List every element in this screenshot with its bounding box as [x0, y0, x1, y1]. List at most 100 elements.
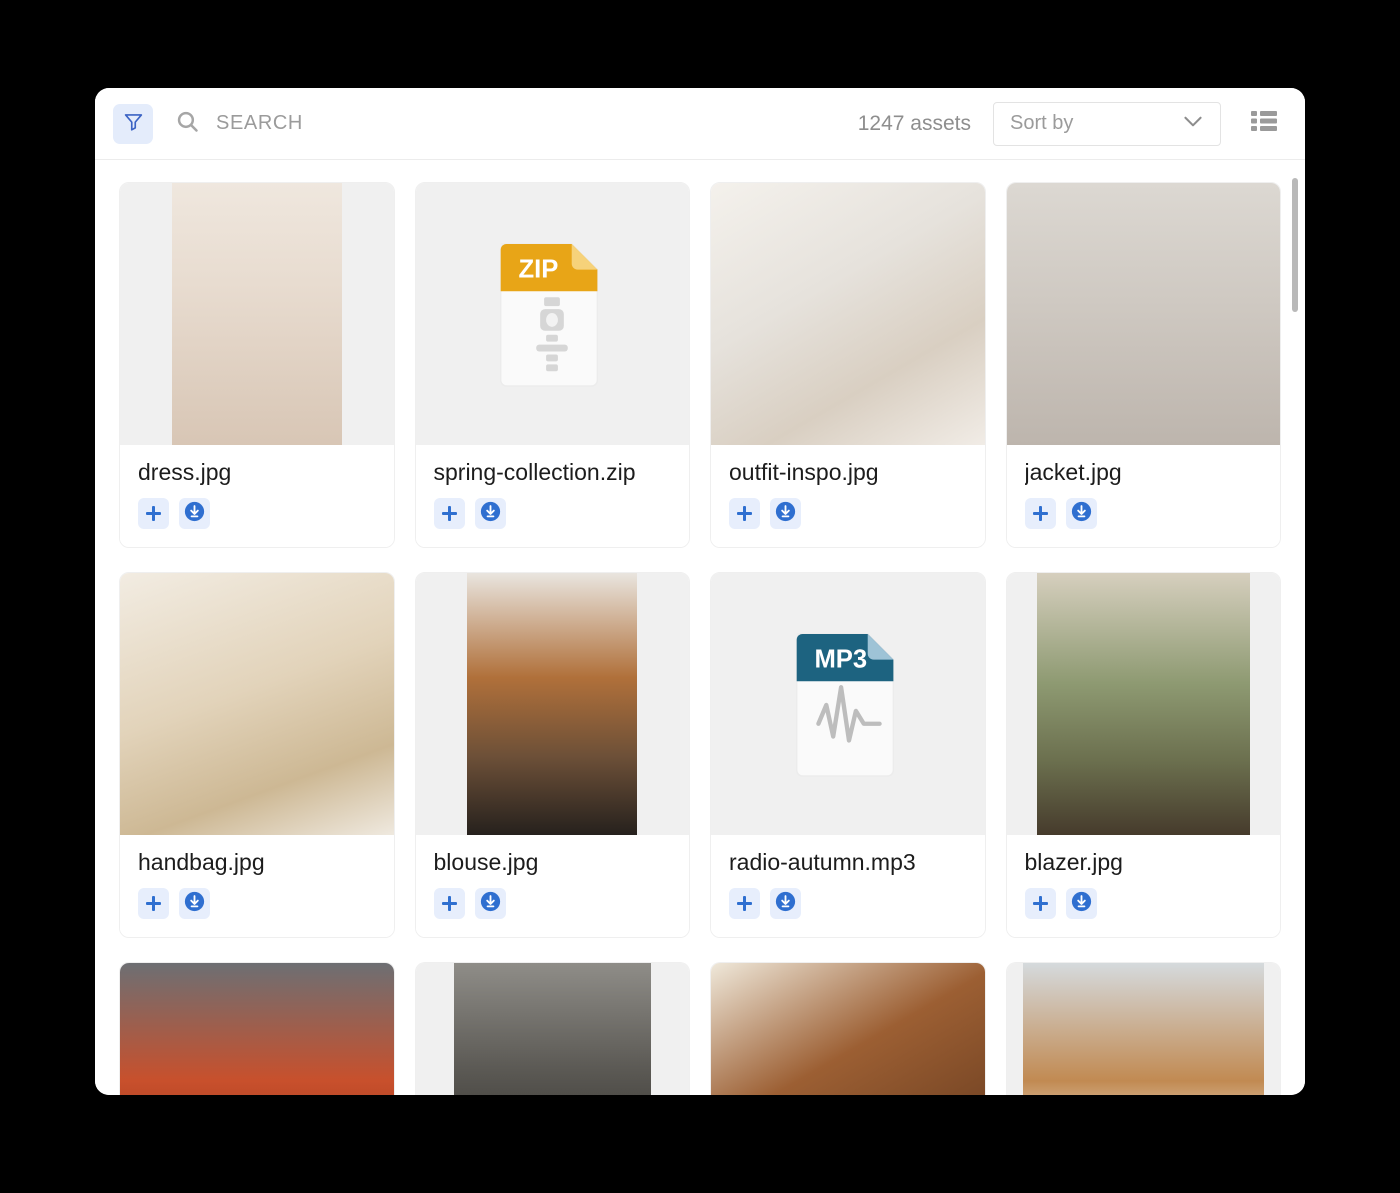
plus-icon: [736, 505, 753, 522]
asset-card-body: handbag.jpg: [120, 835, 394, 937]
thumbnail-image: [120, 963, 394, 1095]
download-circle-icon: [480, 891, 501, 917]
plus-icon: [441, 505, 458, 522]
asset-filename: outfit-inspo.jpg: [729, 459, 879, 485]
asset-card[interactable]: handbag.jpg: [119, 572, 395, 938]
asset-card[interactable]: dress.jpg: [119, 182, 395, 548]
download-button[interactable]: [1065, 498, 1097, 529]
thumbnail-image: [711, 183, 985, 445]
asset-actions: [729, 888, 967, 919]
add-to-collection-button[interactable]: [433, 888, 465, 919]
thumbnail-image: [120, 573, 394, 835]
add-to-collection-button[interactable]: [138, 498, 169, 529]
download-button[interactable]: [179, 498, 210, 529]
scrollbar-thumb[interactable]: [1292, 178, 1298, 312]
asset-thumbnail: [415, 963, 689, 1095]
asset-card-body: dress.jpg: [120, 445, 394, 547]
asset-count-label: 1247 assets: [857, 111, 971, 135]
chevron-down-icon: [1180, 108, 1206, 139]
asset-actions: [433, 498, 672, 529]
asset-filename: blouse.jpg: [433, 849, 539, 875]
asset-thumbnail: [1006, 963, 1280, 1095]
list-view-toggle[interactable]: [1247, 107, 1281, 141]
asset-thumbnail: [711, 963, 985, 1095]
asset-actions: [138, 888, 376, 919]
plus-icon: [145, 505, 162, 522]
asset-card[interactable]: MP3 radio-autumn.mp3: [710, 572, 986, 938]
asset-filename: handbag.jpg: [138, 849, 265, 875]
asset-card[interactable]: ZIP spring-collection.zip: [414, 182, 690, 548]
add-to-collection-button[interactable]: [433, 498, 465, 529]
search-input[interactable]: [216, 103, 858, 144]
plus-icon: [1032, 895, 1049, 912]
download-button[interactable]: [1065, 888, 1097, 919]
download-button[interactable]: [770, 888, 801, 919]
asset-card-body: jacket.jpg: [1006, 445, 1280, 547]
search-icon: [175, 109, 200, 139]
download-button[interactable]: [179, 888, 210, 919]
sort-by-dropdown[interactable]: Sort by: [993, 101, 1221, 146]
asset-card-body: blazer.jpg: [1006, 835, 1280, 937]
vertical-scrollbar[interactable]: [1291, 170, 1299, 1095]
asset-card[interactable]: blazer.jpg: [1005, 572, 1281, 938]
asset-thumbnail: [120, 963, 394, 1095]
add-to-collection-button[interactable]: [138, 888, 169, 919]
add-to-collection-button[interactable]: [729, 498, 760, 529]
download-circle-icon: [480, 501, 501, 527]
asset-thumbnail: [1006, 573, 1280, 835]
asset-browser-window: 1247 assets Sort by: [95, 88, 1305, 1095]
file-type-icon-mp3: MP3: [711, 573, 985, 835]
filter-funnel-icon: [123, 111, 144, 137]
thumbnail-image: [453, 963, 651, 1095]
asset-actions: [433, 888, 672, 919]
thumbnail-image: [467, 573, 638, 835]
download-button[interactable]: [474, 888, 506, 919]
asset-filename: radio-autumn.mp3: [729, 849, 916, 875]
asset-thumbnail: [711, 183, 985, 445]
asset-actions: [1024, 888, 1263, 919]
plus-icon: [145, 895, 162, 912]
search-area[interactable]: [175, 103, 858, 144]
asset-card-body: outfit-inspo.jpg: [711, 445, 985, 547]
list-view-icon: [1251, 110, 1277, 137]
download-button[interactable]: [770, 498, 801, 529]
download-circle-icon: [775, 501, 796, 527]
asset-card-body: spring-collection.zip: [415, 445, 689, 547]
asset-actions: [1024, 498, 1263, 529]
download-circle-icon: [775, 891, 796, 917]
plus-icon: [1032, 505, 1049, 522]
asset-card-body: blouse.jpg: [415, 835, 689, 937]
plus-icon: [736, 895, 753, 912]
add-to-collection-button[interactable]: [1024, 498, 1056, 529]
asset-thumbnail: [415, 573, 689, 835]
add-to-collection-button[interactable]: [1024, 888, 1056, 919]
asset-filename: spring-collection.zip: [433, 459, 636, 485]
asset-card[interactable]: [414, 962, 690, 1095]
asset-grid: dress.jpg ZIP spring-collection.zip outfit-…: [119, 182, 1281, 1095]
asset-card[interactable]: blouse.jpg: [414, 572, 690, 938]
svg-text:ZIP: ZIP: [519, 255, 559, 283]
plus-icon: [441, 895, 458, 912]
thumbnail-image: [1006, 183, 1280, 445]
download-circle-icon: [184, 891, 205, 917]
add-to-collection-button[interactable]: [729, 888, 760, 919]
asset-filename: dress.jpg: [138, 459, 232, 485]
asset-card-body: radio-autumn.mp3: [711, 835, 985, 937]
thumbnail-image: [1036, 573, 1250, 835]
filter-button[interactable]: [113, 103, 153, 144]
asset-card[interactable]: outfit-inspo.jpg: [710, 182, 986, 548]
asset-actions: [138, 498, 376, 529]
asset-thumbnail: [120, 183, 394, 445]
asset-thumbnail: [1006, 183, 1280, 445]
asset-card[interactable]: [1005, 962, 1281, 1095]
svg-text:MP3: MP3: [814, 645, 867, 673]
asset-card[interactable]: [119, 962, 395, 1095]
asset-card[interactable]: [710, 962, 986, 1095]
asset-card[interactable]: jacket.jpg: [1005, 182, 1281, 548]
download-circle-icon: [184, 501, 205, 527]
asset-actions: [729, 498, 967, 529]
thumbnail-image: [1022, 963, 1264, 1095]
download-button[interactable]: [474, 498, 506, 529]
download-circle-icon: [1071, 501, 1092, 527]
asset-filename: blazer.jpg: [1024, 849, 1123, 875]
